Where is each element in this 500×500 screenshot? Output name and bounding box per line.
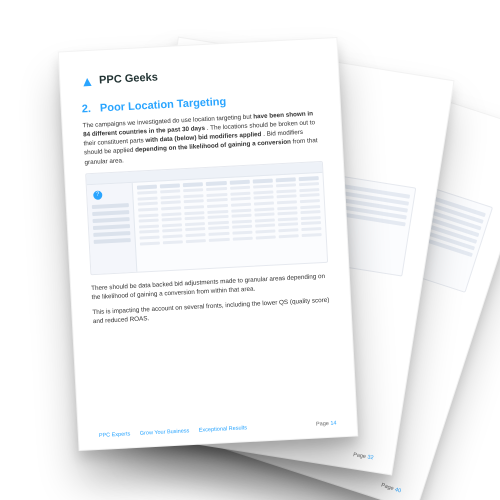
report-page-front: ▲ PPC Geeks 2. Poor Location Targeting T… <box>58 37 359 451</box>
intro-paragraph: The campaigns we investigated do use loc… <box>82 109 322 167</box>
footer-links: PPC Experts Grow Your Business Exception… <box>99 425 255 439</box>
section-number: 2. <box>81 103 91 115</box>
section-title: Poor Location Targeting <box>100 96 227 115</box>
page-number: Page 32 <box>353 452 374 461</box>
page-number: Page 14 <box>316 421 337 428</box>
brand-name: PPC Geeks <box>99 71 158 86</box>
footer-link: Grow Your Business <box>140 428 190 437</box>
logo-mark-icon: ▲ <box>80 73 95 90</box>
body-paragraph: This is impacting the account on several… <box>92 296 331 327</box>
brand-logo: ▲ PPC Geeks <box>80 61 319 89</box>
page-number: Page 40 <box>380 482 401 494</box>
info-badge-icon: ? <box>93 190 102 199</box>
page-footer: PPC Experts Grow Your Business Exception… <box>99 421 337 439</box>
footer-link: PPC Experts <box>99 431 131 439</box>
ads-dashboard-screenshot: ? <box>85 161 328 275</box>
footer-link: Exceptional Results <box>199 425 248 434</box>
